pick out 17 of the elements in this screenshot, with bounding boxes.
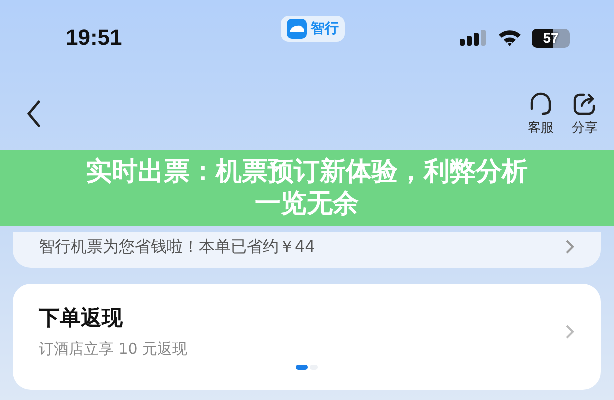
share-icon — [572, 91, 598, 117]
customer-service-button[interactable]: 客服 — [528, 91, 554, 137]
banner-title: 实时出票：机票预订新体验，利弊分析一览无余 — [85, 156, 529, 220]
wifi-icon — [498, 29, 522, 47]
cashback-title: 下单返现 — [39, 305, 124, 332]
ticket-card[interactable]: 智行机票为您省钱啦！本单已省约￥44 — [13, 232, 601, 268]
savings-text: 智行机票为您省钱啦！本单已省约￥44 — [39, 236, 316, 258]
cashback-card[interactable]: 下单返现 订酒店立享 10 元返现 — [13, 284, 601, 390]
app-badge: 智行 — [281, 16, 345, 42]
share-button[interactable]: 分享 — [572, 91, 598, 137]
headset-icon — [528, 91, 554, 117]
back-icon[interactable] — [26, 100, 42, 128]
chevron-icon — [565, 324, 575, 340]
status-time: 19:51 — [66, 25, 124, 51]
signal-icon — [460, 29, 488, 47]
chevron-icon — [565, 239, 575, 255]
cashback-subtitle: 订酒店立享 10 元返现 — [39, 340, 188, 359]
